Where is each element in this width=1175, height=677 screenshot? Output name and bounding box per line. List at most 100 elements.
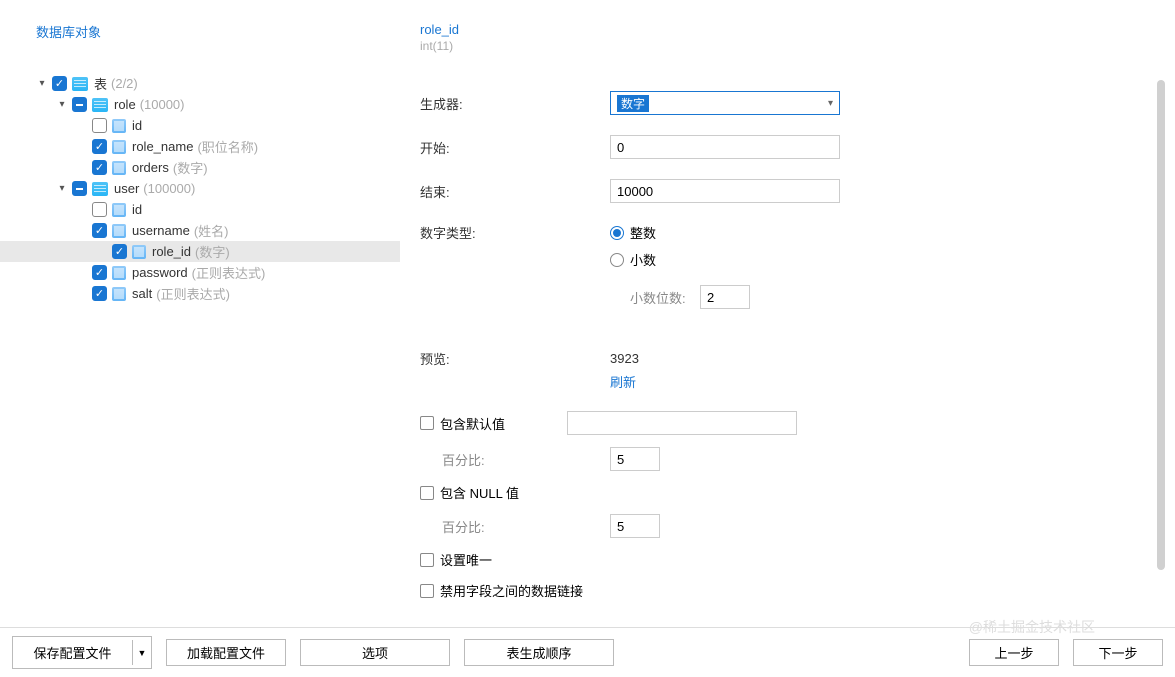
- include-default-label: 包含默认值: [440, 414, 505, 433]
- chevron-down-icon[interactable]: ▾: [36, 78, 48, 90]
- null-percent-label: 百分比:: [420, 517, 610, 536]
- toggle-placeholder: [76, 204, 88, 216]
- null-percent-input[interactable]: [610, 514, 660, 538]
- start-label: 开始:: [420, 138, 610, 157]
- default-percent-input[interactable]: [610, 447, 660, 471]
- column-icon: [112, 266, 126, 280]
- tree-column-user-role-id[interactable]: role_id (数字): [0, 241, 400, 262]
- caret-down-icon[interactable]: ▼: [133, 640, 151, 665]
- node-hint: (数字): [173, 158, 208, 177]
- node-label: id: [132, 118, 142, 133]
- toggle-placeholder: [76, 267, 88, 279]
- node-label: password: [132, 265, 188, 280]
- unique-label: 设置唯一: [440, 550, 492, 569]
- include-null-label: 包含 NULL 值: [440, 483, 519, 502]
- tree-column-user-username[interactable]: username (姓名): [36, 220, 400, 241]
- generator-select[interactable]: 数字 ▾: [610, 91, 840, 115]
- toggle-placeholder: [76, 120, 88, 132]
- node-hint: (姓名): [194, 221, 229, 240]
- radio-integer[interactable]: 整数: [610, 223, 750, 242]
- field-type-label: int(11): [420, 39, 1155, 53]
- end-input[interactable]: [610, 179, 840, 203]
- node-hint: (正则表达式): [156, 284, 230, 303]
- generator-settings-panel: role_id int(11) 生成器: 数字 ▾ 开始: 结束: 数字类型: …: [400, 0, 1175, 627]
- radio-label: 整数: [630, 223, 656, 242]
- next-button[interactable]: 下一步: [1073, 639, 1163, 666]
- toggle-placeholder: [76, 288, 88, 300]
- chevron-down-icon: ▾: [828, 98, 833, 109]
- include-default-checkbox[interactable]: [420, 416, 434, 430]
- end-label: 结束:: [420, 182, 610, 201]
- prev-button[interactable]: 上一步: [969, 639, 1059, 666]
- checkbox[interactable]: [52, 76, 67, 91]
- toggle-placeholder: [76, 225, 88, 237]
- node-hint: (正则表达式): [192, 263, 266, 282]
- checkbox[interactable]: [92, 202, 107, 217]
- database-object-tree-panel: 数据库对象 ▾ 表 (2/2) ▾ role (10000) id: [0, 0, 400, 627]
- tree: ▾ 表 (2/2) ▾ role (10000) id: [0, 73, 400, 304]
- radio-icon: [610, 226, 624, 240]
- generator-value: 数字: [617, 95, 649, 112]
- tree-table-user[interactable]: ▾ user (100000): [36, 178, 400, 199]
- node-count: (10000): [140, 97, 185, 112]
- start-input[interactable]: [610, 135, 840, 159]
- checkbox[interactable]: [72, 97, 87, 112]
- tree-column-role-name[interactable]: role_name (职位名称): [36, 136, 400, 157]
- node-label: role_id: [152, 244, 191, 259]
- disable-link-checkbox[interactable]: [420, 584, 434, 598]
- checkbox[interactable]: [92, 160, 107, 175]
- node-label: role: [114, 97, 136, 112]
- checkbox[interactable]: [92, 286, 107, 301]
- decimal-places-label: 小数位数:: [630, 288, 690, 307]
- disable-link-label: 禁用字段之间的数据链接: [440, 581, 583, 600]
- tree-column-user-salt[interactable]: salt (正则表达式): [36, 283, 400, 304]
- toggle-placeholder: [76, 141, 88, 153]
- checkbox[interactable]: [92, 139, 107, 154]
- tree-column-role-orders[interactable]: orders (数字): [36, 157, 400, 178]
- radio-decimal[interactable]: 小数: [610, 250, 750, 269]
- node-label: id: [132, 202, 142, 217]
- node-count: (100000): [143, 181, 195, 196]
- number-type-label: 数字类型:: [420, 223, 610, 242]
- checkbox[interactable]: [112, 244, 127, 259]
- scrollbar[interactable]: [1157, 80, 1165, 580]
- preview-label: 预览:: [420, 349, 610, 368]
- node-label: 表: [94, 74, 107, 93]
- table-order-button[interactable]: 表生成顺序: [464, 639, 614, 666]
- generator-label: 生成器:: [420, 94, 610, 113]
- checkbox[interactable]: [92, 223, 107, 238]
- table-group-icon: [72, 77, 88, 91]
- node-label: user: [114, 181, 139, 196]
- column-icon: [112, 140, 126, 154]
- unique-checkbox[interactable]: [420, 553, 434, 567]
- node-label: salt: [132, 286, 152, 301]
- chevron-down-icon[interactable]: ▾: [56, 183, 68, 195]
- decimal-places-input[interactable]: [700, 285, 750, 309]
- tree-column-user-id[interactable]: id: [36, 199, 400, 220]
- tree-column-user-password[interactable]: password (正则表达式): [36, 262, 400, 283]
- tree-column-role-id[interactable]: id: [36, 115, 400, 136]
- column-icon: [132, 245, 146, 259]
- panel-title: 数据库对象: [0, 22, 400, 41]
- node-count: (2/2): [111, 76, 138, 91]
- table-icon: [92, 182, 108, 196]
- save-profile-label: 保存配置文件: [13, 640, 133, 665]
- default-value-input[interactable]: [567, 411, 797, 435]
- checkbox[interactable]: [72, 181, 87, 196]
- tree-table-role[interactable]: ▾ role (10000): [36, 94, 400, 115]
- node-label: role_name: [132, 139, 193, 154]
- checkbox[interactable]: [92, 118, 107, 133]
- node-label: orders: [132, 160, 169, 175]
- column-icon: [112, 119, 126, 133]
- options-button[interactable]: 选项: [300, 639, 450, 666]
- tree-root-tables[interactable]: ▾ 表 (2/2): [36, 73, 400, 94]
- save-profile-button[interactable]: 保存配置文件 ▼: [12, 636, 152, 669]
- field-name-title: role_id: [420, 22, 1155, 37]
- chevron-down-icon[interactable]: ▾: [56, 99, 68, 111]
- scrollbar-thumb[interactable]: [1157, 80, 1165, 570]
- refresh-link[interactable]: 刷新: [610, 372, 1155, 391]
- column-icon: [112, 287, 126, 301]
- load-profile-button[interactable]: 加载配置文件: [166, 639, 286, 666]
- include-null-checkbox[interactable]: [420, 486, 434, 500]
- checkbox[interactable]: [92, 265, 107, 280]
